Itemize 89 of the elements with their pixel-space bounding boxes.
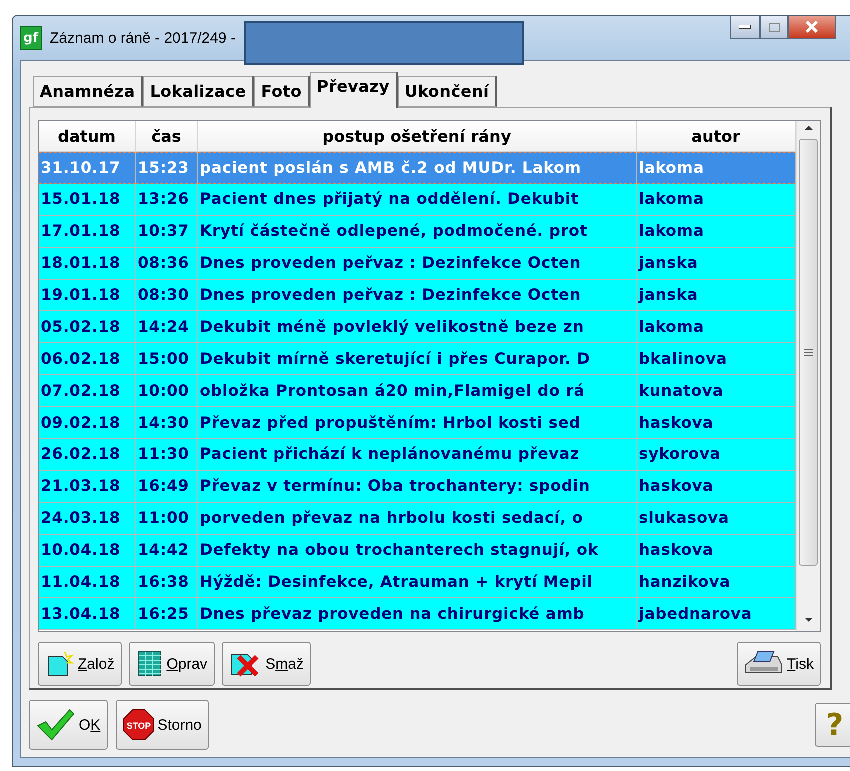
tab[interactable]: Ukončení	[398, 76, 498, 107]
table-cell: Dekubit méně povleklý velikostně beze zn	[198, 311, 637, 344]
table-cell: Dnes proveden peřvaz : Dezinfekce Octen	[198, 280, 637, 312]
table-cell: janska	[637, 280, 796, 312]
edit-button[interactable]: Oprav	[128, 642, 215, 686]
table-cell: 10.04.18	[39, 534, 136, 567]
scrollbar[interactable]	[796, 121, 820, 631]
checkmark-icon	[36, 708, 76, 742]
table-cell: haskova	[637, 470, 796, 503]
table-cell: janska	[637, 248, 796, 280]
table-cell: 24.03.18	[39, 502, 136, 535]
table-cell: Dnes proveden peřvaz : Dezinfekce Octen	[198, 248, 637, 280]
tab[interactable]: Foto	[254, 76, 310, 107]
table-cell: Pacient dnes přijatý na oddělení. Dekubit	[198, 184, 637, 216]
minimize-icon	[739, 25, 751, 29]
table-cell: 11:30	[136, 439, 198, 471]
table-cell: haskova	[637, 534, 796, 567]
table-cell: 07.02.18	[39, 375, 136, 408]
column-header[interactable]: autor	[637, 121, 796, 152]
table-cell: lakoma	[637, 152, 796, 184]
table-cell: lakoma	[637, 311, 796, 344]
tab[interactable]: Lokalizace	[143, 76, 254, 107]
table-cell: 14:24	[136, 311, 198, 344]
table-cell: 21.03.18	[39, 470, 136, 503]
table-cell: 05.02.18	[39, 311, 136, 344]
table-cell: 17.01.18	[39, 216, 136, 248]
ok-button[interactable]: OK	[29, 700, 108, 750]
table-cell: 18.01.18	[39, 248, 136, 280]
tab[interactable]: Anamnéza	[33, 76, 144, 107]
window-title: Záznam o ráně - 2017/249 -	[50, 30, 236, 46]
print-button[interactable]: Tisk	[737, 642, 821, 686]
table-cell: hanzikova	[637, 566, 796, 598]
help-button[interactable]: ?	[815, 703, 850, 747]
table-cell: 08:30	[136, 280, 198, 312]
table-cell: Pacient přichází k neplánovanému převaz	[198, 439, 637, 471]
table-cell: Krytí částečně odlepené, podmočené. prot	[198, 216, 637, 248]
table-cell: sykorova	[637, 439, 796, 471]
table-cell: 11:00	[136, 502, 198, 535]
table-cell: Převaz v termínu: Oba trochantery: spodin	[198, 470, 637, 503]
table-cell: 31.10.17	[39, 152, 136, 184]
table-cell: 06.02.18	[39, 343, 136, 376]
spreadsheet-icon	[136, 649, 164, 679]
table-cell: 14:30	[136, 407, 198, 440]
table-cell: Hýždě: Desinfekce, Atrauman + krytí Mepil	[198, 566, 637, 598]
maximize-button[interactable]	[760, 16, 788, 39]
table-cell: 26.02.18	[39, 439, 136, 471]
stop-sign-icon: STOP	[122, 709, 155, 741]
table-cell: 16:38	[136, 566, 198, 598]
cancel-button[interactable]: STOP Storno	[116, 700, 209, 750]
table-cell: 16:49	[136, 470, 198, 503]
close-button[interactable]	[788, 16, 836, 39]
table-cell: 16:25	[136, 598, 198, 630]
table-cell: porveden převaz na hrbolu kosti sedací, o	[198, 502, 637, 535]
table-cell: lakoma	[637, 184, 796, 216]
column-header[interactable]: datum	[39, 121, 136, 152]
scroll-thumb[interactable]	[799, 139, 818, 566]
table-cell: 19.01.18	[39, 280, 136, 312]
table-cell: 10:37	[136, 216, 198, 248]
table-cell: 15.01.18	[39, 184, 136, 216]
table-cell: 14:42	[136, 534, 198, 567]
maximize-icon	[768, 22, 780, 32]
table-cell: Defekty na obou trochanterech stagnují, ok	[198, 534, 637, 567]
minimize-button[interactable]	[730, 16, 760, 39]
table-cell: 11.04.18	[39, 566, 136, 598]
table-cell: lakoma	[637, 216, 796, 248]
table-cell: 15:23	[136, 152, 198, 184]
column-header[interactable]: čas	[136, 121, 198, 152]
delete-button[interactable]: Smaž	[222, 642, 311, 686]
table-cell: 15:00	[136, 343, 198, 376]
table-cell: Dekubit mírně skeretující i přes Curapor. D	[198, 343, 637, 376]
table-cell: Dnes převaz proveden na chirurgické amb	[198, 598, 637, 630]
column-header[interactable]: postup ošetření rány	[198, 121, 637, 152]
table-cell: haskova	[637, 407, 796, 440]
table-cell: Převaz před propuštěním: Hrbol kosti sed	[198, 407, 637, 440]
table-cell: jabednarova	[637, 598, 796, 630]
table-cell: kunatova	[637, 375, 796, 408]
table-cell: bkalinova	[637, 343, 796, 376]
table-cell: 13.04.18	[39, 598, 136, 630]
table-cell: 08:36	[136, 248, 198, 280]
table-cell: obložka Prontosan á20 min,Flamigel do rá	[198, 375, 637, 408]
tab[interactable]: Převazy	[310, 72, 398, 108]
table-cell: 13:26	[136, 184, 198, 216]
close-icon	[805, 21, 819, 33]
table-cell: 10:00	[136, 375, 198, 408]
table-cell: 09.02.18	[39, 407, 136, 440]
table-cell: pacient poslán s AMB č.2 od MUDr. Lakom	[198, 152, 637, 184]
app-logo: gf	[20, 26, 42, 50]
table-cell: slukasova	[637, 502, 796, 535]
new-button[interactable]: Založ	[38, 642, 122, 686]
